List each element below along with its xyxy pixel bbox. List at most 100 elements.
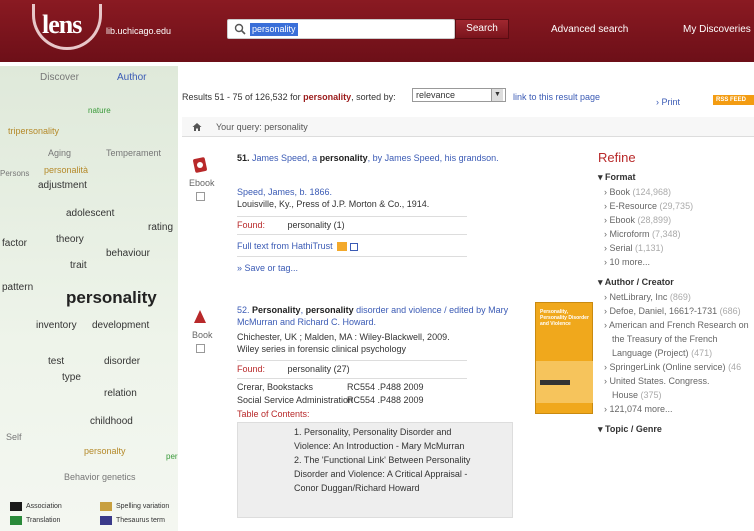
lens-logo[interactable]: lens lib.uchicago.edu: [32, 4, 172, 50]
legend-swatch: [100, 502, 112, 511]
results-query-term: personality: [303, 92, 352, 102]
legend-label: Thesaurus term: [116, 517, 166, 524]
cloud-term[interactable]: behaviour: [106, 248, 150, 259]
facet-item[interactable]: › United States. Congress.: [604, 376, 710, 386]
facet-item-cont[interactable]: the Treasury of the French: [612, 334, 718, 344]
facet-item[interactable]: › Serial (1,131): [604, 243, 664, 253]
holding-call-number: RC554 .P488 2009: [347, 382, 424, 392]
cloud-term[interactable]: Behavior genetics: [64, 472, 136, 482]
facet-more[interactable]: › 121,074 more...: [604, 404, 673, 414]
link-to-result-page[interactable]: link to this result page: [513, 92, 600, 102]
cloud-term[interactable]: per: [166, 452, 178, 461]
cloud-legend: Association Spelling variation Translati…: [0, 498, 178, 531]
cloud-term[interactable]: trait: [70, 260, 87, 271]
record-series: Wiley series in forensic clinical psycho…: [237, 344, 407, 354]
divider: [237, 360, 467, 361]
cloud-term[interactable]: tripersonality: [8, 126, 59, 136]
facet-topic-heading[interactable]: ▾ Topic / Genre: [598, 424, 662, 435]
cloud-term-main[interactable]: personality: [66, 288, 157, 308]
toc-label[interactable]: Table of Contents:: [237, 408, 310, 420]
facet-format-heading[interactable]: ▾ Format: [598, 172, 636, 183]
record-title[interactable]: 52. Personality, personality disorder an…: [237, 304, 527, 328]
cloud-term[interactable]: childhood: [90, 416, 133, 427]
facet-item-cont[interactable]: House (375): [612, 390, 662, 400]
facet-item[interactable]: › SpringerLink (Online service) (46: [604, 362, 741, 372]
cloud-term[interactable]: nature: [88, 106, 111, 115]
record-publication: Chichester, UK ; Malden, MA : Wiley-Blac…: [237, 332, 450, 342]
logo-text: lens: [42, 10, 82, 39]
my-discoveries-link[interactable]: My Discoveries: [683, 24, 751, 35]
facet-more[interactable]: › 10 more...: [604, 257, 650, 267]
discover-panel: Discover Author nature tripersonality Ag…: [0, 66, 178, 531]
facet-item[interactable]: › E-Resource (29,735): [604, 201, 693, 211]
book-icon: [194, 310, 206, 323]
cloud-term[interactable]: type: [62, 372, 81, 383]
search-button[interactable]: Search: [455, 19, 509, 39]
format-label: Book: [192, 330, 213, 340]
fulltext-link[interactable]: Full text from HathiTrust: [237, 240, 358, 252]
cloud-term[interactable]: test: [48, 356, 64, 367]
toc-entry: 2. The 'Functional Link' Between Persona…: [294, 455, 471, 465]
results-summary: Results 51 - 75 of 126,532 for personali…: [182, 92, 396, 102]
cloud-term[interactable]: Self: [6, 432, 22, 442]
facet-item[interactable]: › Book (124,968): [604, 187, 671, 197]
search-box[interactable]: personality: [227, 19, 455, 39]
cloud-term[interactable]: adjustment: [38, 180, 87, 191]
home-icon[interactable]: [192, 122, 202, 132]
book-cover[interactable]: Personality, Personality Disorder and Vi…: [535, 302, 593, 414]
cloud-term[interactable]: theory: [56, 234, 84, 245]
tab-author[interactable]: Author: [117, 72, 146, 83]
holding-row: Crerar, Bookstacks: [237, 382, 314, 392]
divider: [237, 378, 467, 379]
legend-swatch: [100, 516, 112, 525]
facet-item-cont[interactable]: Language (Project) (471): [612, 348, 712, 358]
rss-feed-icon[interactable]: RSS FEED: [713, 95, 754, 105]
your-query: Your query: personality: [216, 122, 308, 132]
discover-tabs: Discover Author: [0, 70, 178, 88]
facet-item[interactable]: › Microform (7,348): [604, 229, 681, 239]
divider: [237, 234, 467, 235]
select-checkbox[interactable]: [196, 192, 205, 201]
cloud-term[interactable]: relation: [104, 388, 137, 399]
search-input[interactable]: personality: [250, 23, 298, 36]
record-author[interactable]: Speed, James, b. 1866.: [237, 186, 332, 198]
print-link[interactable]: › Print: [656, 97, 680, 107]
cloud-term[interactable]: development: [92, 320, 149, 331]
result-record-52: Book 52. Personality, personality disord…: [182, 302, 542, 531]
facet-item[interactable]: › Defoe, Daniel, 1661?-1731 (686): [604, 306, 741, 316]
save-or-tag-link[interactable]: » Save or tag...: [237, 262, 298, 274]
chevron-down-icon[interactable]: ▼: [491, 89, 503, 101]
cloud-term[interactable]: personalità: [44, 165, 88, 175]
cloud-term[interactable]: factor: [2, 238, 27, 249]
hathitrust-icon: [337, 242, 348, 252]
divider: [237, 256, 467, 257]
cloud-term[interactable]: pattern: [2, 282, 33, 293]
cloud-term[interactable]: Persons: [0, 169, 29, 178]
toc-entry: Violence: An Introduction - Mary McMurra…: [294, 441, 465, 451]
cloud-term[interactable]: inventory: [36, 320, 77, 331]
cloud-term[interactable]: rating: [148, 222, 173, 233]
record-publication: Louisville, Ky., Press of J.P. Morton & …: [237, 199, 430, 209]
facet-item[interactable]: › Ebook (28,899): [604, 215, 671, 225]
facet-author-heading[interactable]: ▾ Author / Creator: [598, 277, 674, 288]
query-breadcrumb: Your query: personality: [182, 117, 754, 137]
holding-call-number: RC554 .P488 2009: [347, 395, 424, 405]
facet-item[interactable]: › American and French Research on: [604, 320, 749, 330]
record-title[interactable]: 51. James Speed, a personality, by James…: [237, 152, 527, 164]
cloud-term[interactable]: Aging: [48, 148, 71, 158]
advanced-search-link[interactable]: Advanced search: [551, 24, 628, 35]
results-area: Results 51 - 75 of 126,532 for personali…: [182, 66, 754, 531]
legend-swatch: [10, 502, 22, 511]
refine-title: Refine: [598, 150, 636, 165]
legend-label: Association: [26, 503, 62, 510]
cloud-term[interactable]: disorder: [104, 356, 140, 367]
tab-discover[interactable]: Discover: [40, 72, 79, 83]
facet-item[interactable]: › NetLibrary, Inc (869): [604, 292, 691, 302]
toc-entry: Conor Duggan/Richard Howard: [294, 483, 420, 493]
cloud-term[interactable]: personalty: [84, 446, 126, 456]
cloud-term[interactable]: Temperament: [106, 148, 161, 158]
found-line: Found: personality (1): [237, 220, 345, 230]
select-checkbox[interactable]: [196, 344, 205, 353]
cloud-term[interactable]: adolescent: [66, 208, 114, 219]
toc-entry: Disorder and Violence: A Critical Apprai…: [294, 469, 468, 479]
